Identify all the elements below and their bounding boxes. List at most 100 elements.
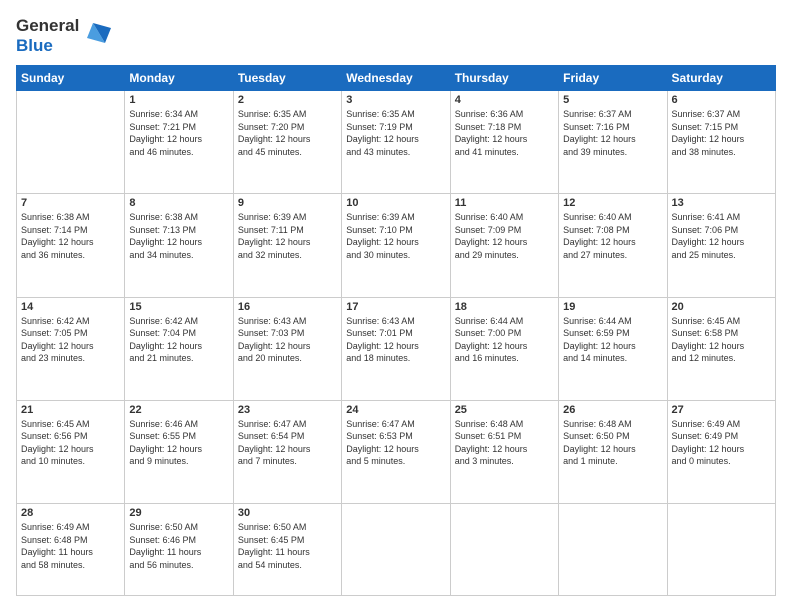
day-number: 9 bbox=[238, 197, 337, 209]
day-number: 16 bbox=[238, 301, 337, 313]
logo-general: General bbox=[16, 16, 79, 35]
day-number: 6 bbox=[672, 94, 771, 106]
day-cell: 28 Sunrise: 6:49 AM Sunset: 6:48 PM Dayli… bbox=[17, 503, 125, 595]
day-info: Sunrise: 6:50 AM Sunset: 6:46 PM Dayligh… bbox=[129, 521, 228, 571]
day-info: Sunrise: 6:48 AM Sunset: 6:50 PM Dayligh… bbox=[563, 418, 662, 468]
day-cell: 12 Sunrise: 6:40 AM Sunset: 7:08 PM Dayli… bbox=[559, 194, 667, 297]
day-cell: 17 Sunrise: 6:43 AM Sunset: 7:01 PM Dayli… bbox=[342, 297, 450, 400]
day-number: 5 bbox=[563, 94, 662, 106]
day-number: 27 bbox=[672, 404, 771, 416]
day-number: 1 bbox=[129, 94, 228, 106]
day-info: Sunrise: 6:38 AM Sunset: 7:14 PM Dayligh… bbox=[21, 211, 120, 261]
day-cell: 5Sunrise: 6:37 AM Sunset: 7:16 PM Daylig… bbox=[559, 91, 667, 194]
day-number: 22 bbox=[129, 404, 228, 416]
day-info: Sunrise: 6:47 AM Sunset: 6:54 PM Dayligh… bbox=[238, 418, 337, 468]
week-row-5: 28 Sunrise: 6:49 AM Sunset: 6:48 PM Dayli… bbox=[17, 503, 776, 595]
day-cell: 1 Sunrise: 6:34 AM Sunset: 7:21 PM Daylig… bbox=[125, 91, 233, 194]
day-cell: 25 Sunrise: 6:48 AM Sunset: 6:51 PM Dayli… bbox=[450, 400, 558, 503]
day-number: 14 bbox=[21, 301, 120, 313]
day-number: 20 bbox=[672, 301, 771, 313]
day-info: Sunrise: 6:43 AM Sunset: 7:01 PM Dayligh… bbox=[346, 315, 445, 365]
day-number: 7 bbox=[21, 197, 120, 209]
day-info: Sunrise: 6:42 AM Sunset: 7:04 PM Dayligh… bbox=[129, 315, 228, 365]
day-cell: 21 Sunrise: 6:45 AM Sunset: 6:56 PM Dayli… bbox=[17, 400, 125, 503]
day-info: Sunrise: 6:35 AM Sunset: 7:20 PM Dayligh… bbox=[238, 108, 337, 158]
week-row-2: 7 Sunrise: 6:38 AM Sunset: 7:14 PM Daylig… bbox=[17, 194, 776, 297]
day-info: Sunrise: 6:41 AM Sunset: 7:06 PM Dayligh… bbox=[672, 211, 771, 261]
day-cell: 16 Sunrise: 6:43 AM Sunset: 7:03 PM Dayli… bbox=[233, 297, 341, 400]
day-cell: 6 Sunrise: 6:37 AM Sunset: 7:15 PM Daylig… bbox=[667, 91, 775, 194]
day-cell: 18Sunrise: 6:44 AM Sunset: 7:00 PM Dayli… bbox=[450, 297, 558, 400]
week-row-3: 14 Sunrise: 6:42 AM Sunset: 7:05 PM Dayli… bbox=[17, 297, 776, 400]
header: General Blue bbox=[16, 16, 776, 55]
weekday-header-sunday: Sunday bbox=[17, 66, 125, 91]
day-cell bbox=[342, 503, 450, 595]
day-info: Sunrise: 6:37 AM Sunset: 7:15 PM Dayligh… bbox=[672, 108, 771, 158]
day-cell bbox=[667, 503, 775, 595]
day-info: Sunrise: 6:35 AM Sunset: 7:19 PM Dayligh… bbox=[346, 108, 445, 158]
day-number: 15 bbox=[129, 301, 228, 313]
day-number: 25 bbox=[455, 404, 554, 416]
day-number: 19 bbox=[563, 301, 662, 313]
day-cell: 8 Sunrise: 6:38 AM Sunset: 7:13 PM Daylig… bbox=[125, 194, 233, 297]
day-number: 23 bbox=[238, 404, 337, 416]
day-cell: 14 Sunrise: 6:42 AM Sunset: 7:05 PM Dayli… bbox=[17, 297, 125, 400]
day-number: 30 bbox=[238, 507, 337, 519]
day-info: Sunrise: 6:40 AM Sunset: 7:08 PM Dayligh… bbox=[563, 211, 662, 261]
day-info: Sunrise: 6:49 AM Sunset: 6:48 PM Dayligh… bbox=[21, 521, 120, 571]
weekday-header-wednesday: Wednesday bbox=[342, 66, 450, 91]
day-cell: 3 Sunrise: 6:35 AM Sunset: 7:19 PM Daylig… bbox=[342, 91, 450, 194]
day-cell: 11Sunrise: 6:40 AM Sunset: 7:09 PM Dayli… bbox=[450, 194, 558, 297]
day-cell: 15 Sunrise: 6:42 AM Sunset: 7:04 PM Dayli… bbox=[125, 297, 233, 400]
logo-blue: Blue bbox=[16, 36, 53, 55]
day-cell: 19 Sunrise: 6:44 AM Sunset: 6:59 PM Dayli… bbox=[559, 297, 667, 400]
day-info: Sunrise: 6:34 AM Sunset: 7:21 PM Dayligh… bbox=[129, 108, 228, 158]
calendar: SundayMondayTuesdayWednesdayThursdayFrid… bbox=[16, 65, 776, 596]
day-info: Sunrise: 6:48 AM Sunset: 6:51 PM Dayligh… bbox=[455, 418, 554, 468]
day-cell: 2 Sunrise: 6:35 AM Sunset: 7:20 PM Daylig… bbox=[233, 91, 341, 194]
day-cell: 10Sunrise: 6:39 AM Sunset: 7:10 PM Dayli… bbox=[342, 194, 450, 297]
day-cell: 7 Sunrise: 6:38 AM Sunset: 7:14 PM Daylig… bbox=[17, 194, 125, 297]
day-cell: 24Sunrise: 6:47 AM Sunset: 6:53 PM Dayli… bbox=[342, 400, 450, 503]
day-number: 13 bbox=[672, 197, 771, 209]
day-number: 24 bbox=[346, 404, 445, 416]
day-number: 21 bbox=[21, 404, 120, 416]
day-number: 12 bbox=[563, 197, 662, 209]
day-number: 8 bbox=[129, 197, 228, 209]
day-number: 2 bbox=[238, 94, 337, 106]
day-number: 29 bbox=[129, 507, 228, 519]
day-cell: 26 Sunrise: 6:48 AM Sunset: 6:50 PM Dayli… bbox=[559, 400, 667, 503]
day-number: 3 bbox=[346, 94, 445, 106]
weekday-header-thursday: Thursday bbox=[450, 66, 558, 91]
weekday-header-tuesday: Tuesday bbox=[233, 66, 341, 91]
day-cell: 20 Sunrise: 6:45 AM Sunset: 6:58 PM Dayli… bbox=[667, 297, 775, 400]
day-number: 17 bbox=[346, 301, 445, 313]
day-cell: 22 Sunrise: 6:46 AM Sunset: 6:55 PM Dayli… bbox=[125, 400, 233, 503]
day-number: 28 bbox=[21, 507, 120, 519]
day-info: Sunrise: 6:46 AM Sunset: 6:55 PM Dayligh… bbox=[129, 418, 228, 468]
day-info: Sunrise: 6:39 AM Sunset: 7:11 PM Dayligh… bbox=[238, 211, 337, 261]
day-cell bbox=[17, 91, 125, 194]
day-number: 26 bbox=[563, 404, 662, 416]
day-cell: 23 Sunrise: 6:47 AM Sunset: 6:54 PM Dayli… bbox=[233, 400, 341, 503]
day-cell: 29 Sunrise: 6:50 AM Sunset: 6:46 PM Dayli… bbox=[125, 503, 233, 595]
day-info: Sunrise: 6:42 AM Sunset: 7:05 PM Dayligh… bbox=[21, 315, 120, 365]
logo-icon bbox=[83, 18, 113, 53]
week-row-1: 1 Sunrise: 6:34 AM Sunset: 7:21 PM Daylig… bbox=[17, 91, 776, 194]
day-number: 18 bbox=[455, 301, 554, 313]
day-info: Sunrise: 6:38 AM Sunset: 7:13 PM Dayligh… bbox=[129, 211, 228, 261]
day-cell bbox=[450, 503, 558, 595]
day-info: Sunrise: 6:49 AM Sunset: 6:49 PM Dayligh… bbox=[672, 418, 771, 468]
day-info: Sunrise: 6:45 AM Sunset: 6:58 PM Dayligh… bbox=[672, 315, 771, 365]
day-cell: 4Sunrise: 6:36 AM Sunset: 7:18 PM Daylig… bbox=[450, 91, 558, 194]
day-info: Sunrise: 6:43 AM Sunset: 7:03 PM Dayligh… bbox=[238, 315, 337, 365]
day-cell: 30Sunrise: 6:50 AM Sunset: 6:45 PM Dayli… bbox=[233, 503, 341, 595]
week-row-4: 21 Sunrise: 6:45 AM Sunset: 6:56 PM Dayli… bbox=[17, 400, 776, 503]
weekday-header-saturday: Saturday bbox=[667, 66, 775, 91]
day-info: Sunrise: 6:44 AM Sunset: 6:59 PM Dayligh… bbox=[563, 315, 662, 365]
day-number: 11 bbox=[455, 197, 554, 209]
day-info: Sunrise: 6:39 AM Sunset: 7:10 PM Dayligh… bbox=[346, 211, 445, 261]
day-cell: 9 Sunrise: 6:39 AM Sunset: 7:11 PM Daylig… bbox=[233, 194, 341, 297]
weekday-header-monday: Monday bbox=[125, 66, 233, 91]
day-info: Sunrise: 6:45 AM Sunset: 6:56 PM Dayligh… bbox=[21, 418, 120, 468]
